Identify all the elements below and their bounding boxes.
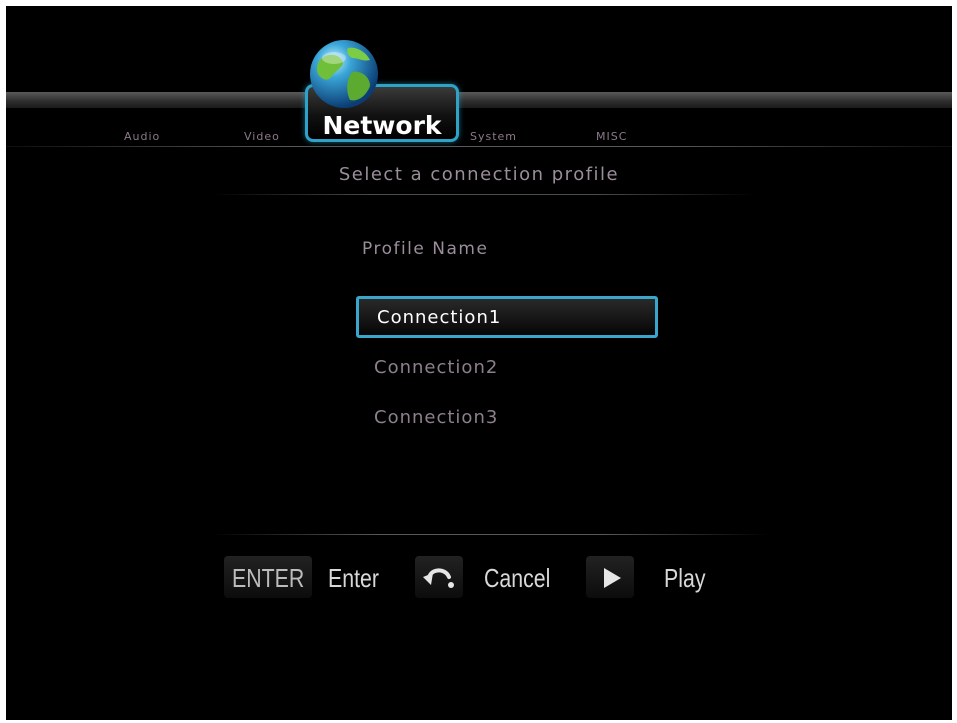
tab-divider	[6, 146, 952, 147]
tab-network-label: Network	[322, 111, 442, 140]
tab-video[interactable]: Video	[244, 130, 280, 143]
tab-system[interactable]: System	[470, 130, 517, 143]
globe-icon	[310, 40, 378, 108]
profile-name-header: Profile Name	[362, 239, 489, 259]
top-bar	[6, 92, 952, 108]
page-subtitle: Select a connection profile	[338, 164, 620, 185]
tab-misc[interactable]: MISC	[596, 130, 627, 143]
play-hint-label: Play	[664, 563, 706, 593]
cancel-hint-label: Cancel	[484, 563, 551, 593]
profile-item-connection3[interactable]: Connection3	[356, 399, 658, 441]
footer-divider	[211, 534, 771, 535]
profile-item-connection2[interactable]: Connection2	[356, 349, 658, 391]
profile-item-connection1[interactable]: Connection1	[356, 296, 658, 338]
tab-audio[interactable]: Audio	[124, 130, 160, 143]
enter-hint-label: Enter	[328, 563, 379, 593]
enter-key-label: ENTER	[232, 563, 305, 593]
screen: Audio Video System MISC Network Select a…	[6, 6, 952, 720]
return-arrow-icon	[423, 568, 454, 588]
subtitle-divider	[211, 194, 756, 195]
play-icon	[604, 568, 621, 588]
